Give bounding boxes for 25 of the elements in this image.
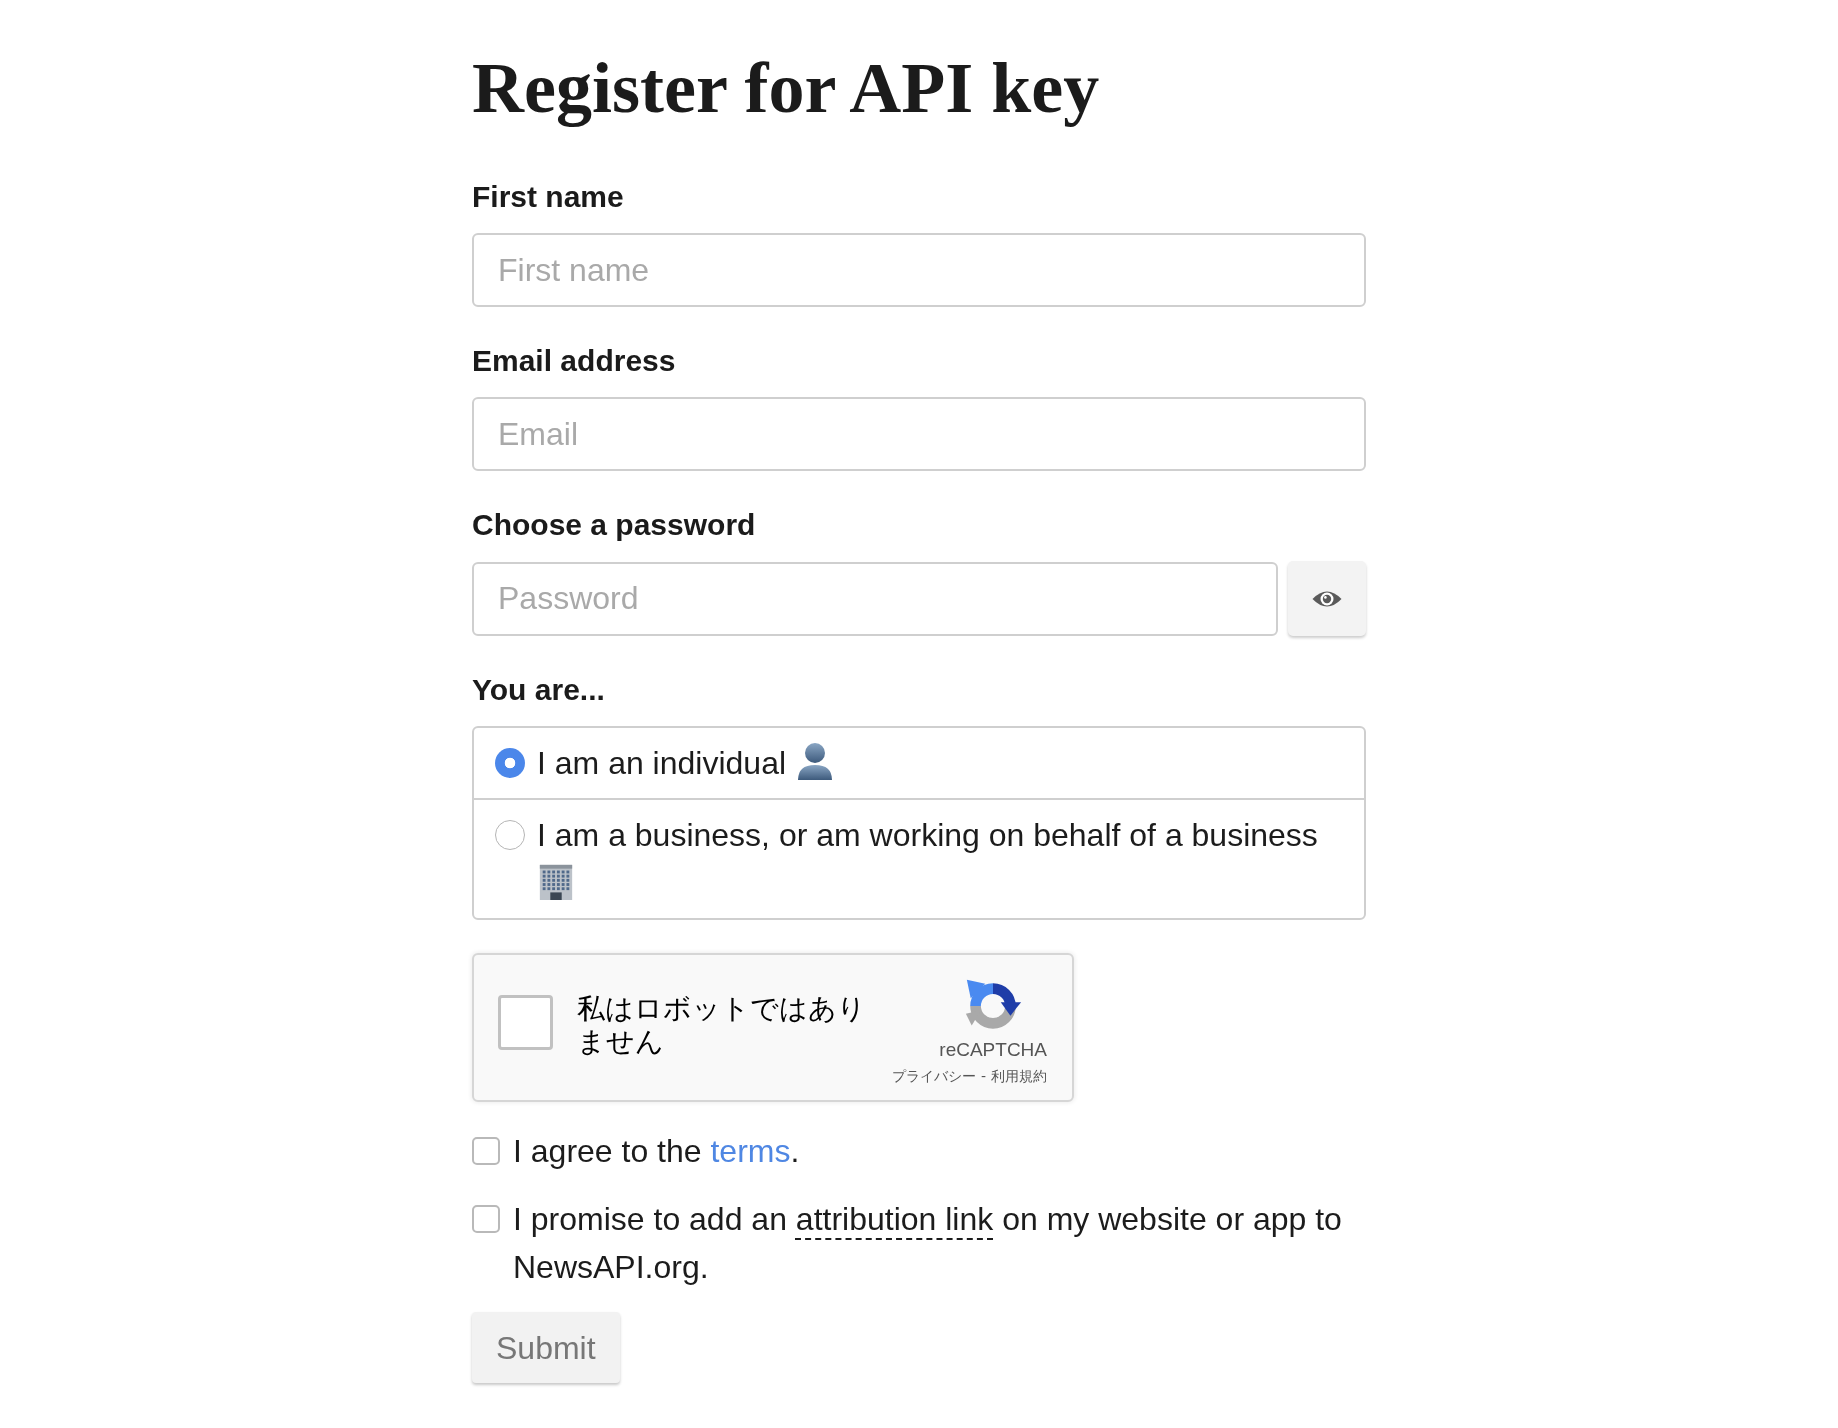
text-field[interactable]: First name: [472, 233, 1366, 307]
field-label: Email address: [472, 345, 676, 377]
password-field[interactable]: Password: [472, 561, 1278, 636]
link-separator: -: [980, 1067, 986, 1085]
office-building-icon: [537, 862, 575, 900]
text-field[interactable]: Email: [472, 397, 1366, 471]
option-label[interactable]: I am an individual: [537, 745, 787, 781]
page-title: Register for API key: [472, 49, 1100, 128]
show-password-button[interactable]: [1288, 561, 1366, 636]
privacy-link[interactable]: プライバシー: [891, 1067, 976, 1085]
checkbox[interactable]: [472, 1205, 500, 1233]
radio-button[interactable]: [495, 748, 525, 778]
captcha-checkbox[interactable]: [498, 995, 553, 1050]
field-label: Choose a password: [472, 509, 756, 541]
option-label[interactable]: I am a business, or am working on behalf of a business: [537, 817, 1318, 853]
field-label: First name: [472, 181, 624, 213]
agreement-text: I agree to the terms.: [513, 1132, 800, 1171]
terms-link[interactable]: 利用規約: [991, 1067, 1047, 1085]
brand-label: reCAPTCHA: [939, 1039, 1047, 1061]
captcha-label: 私はロボットではありません: [577, 991, 867, 1058]
terms-link[interactable]: terms: [710, 1133, 791, 1169]
checkbox[interactable]: [472, 1137, 500, 1165]
agreement-text: I promise to add an attribution link on my website or app to NewsAPI.org.: [513, 1200, 1343, 1287]
radio-button[interactable]: [495, 820, 525, 850]
group-label: You are...: [472, 674, 605, 706]
